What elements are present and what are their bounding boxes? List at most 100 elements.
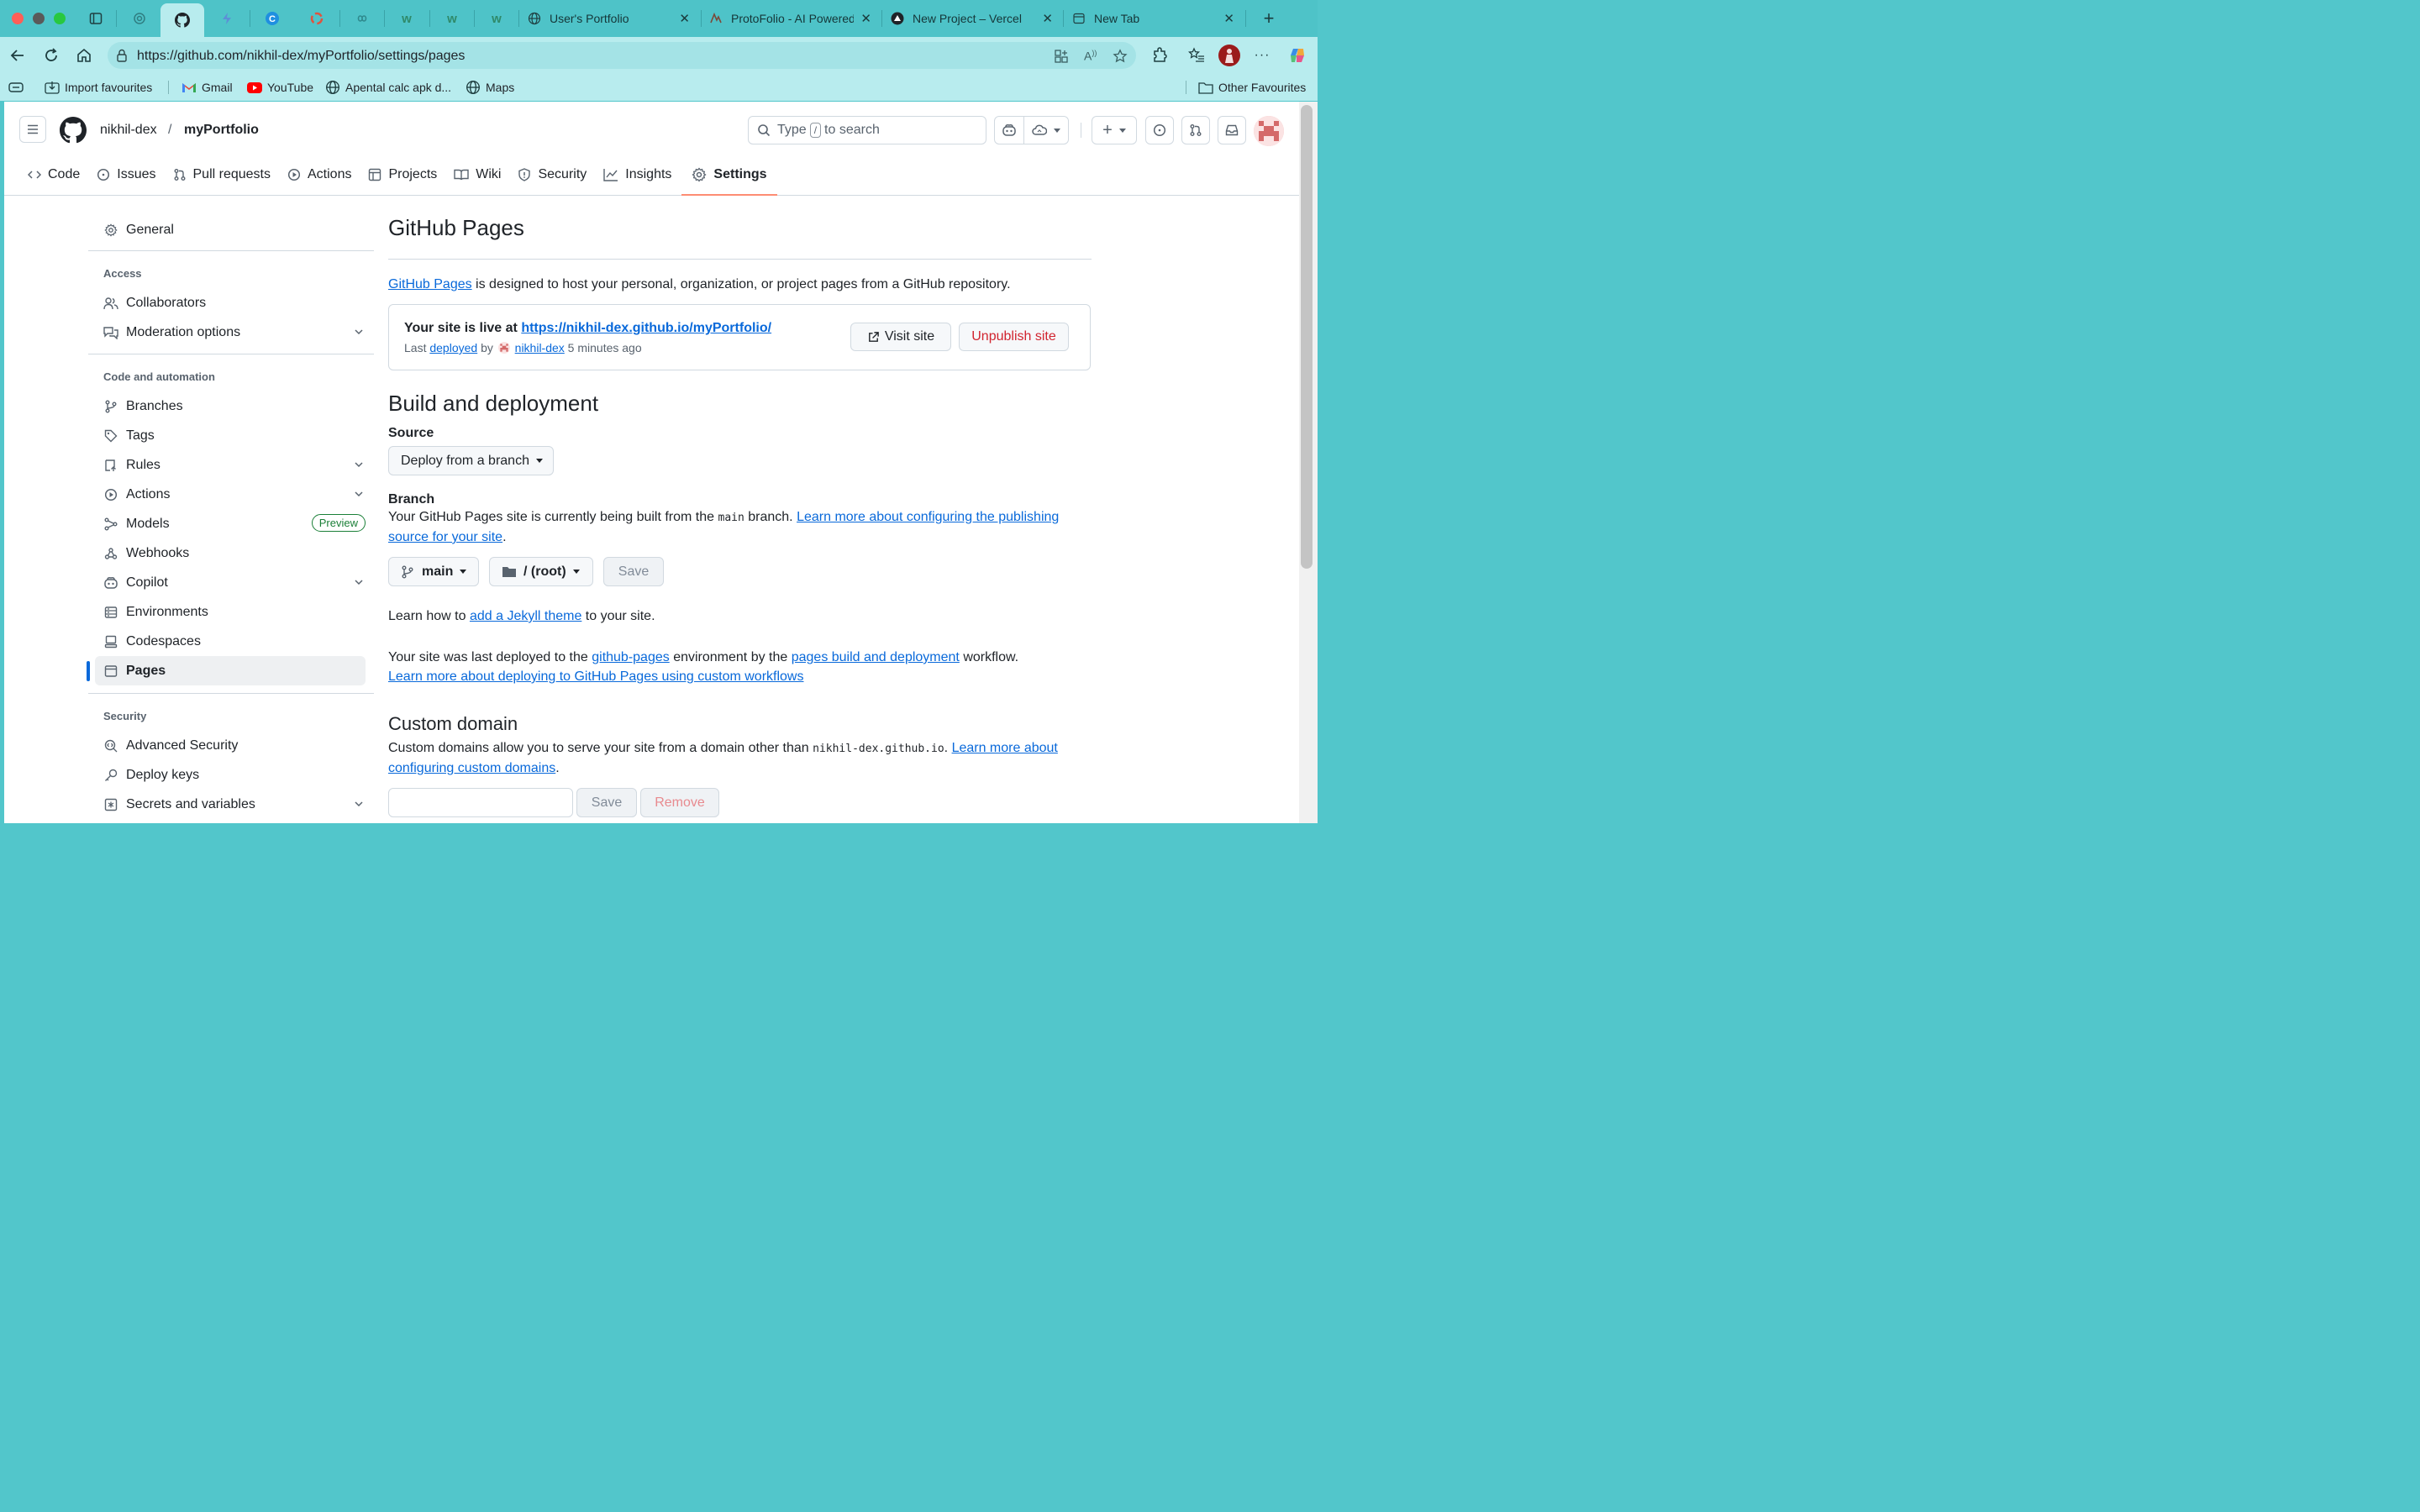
tab-actions-icon[interactable] xyxy=(74,5,118,32)
tab-github-icon[interactable] xyxy=(160,3,204,37)
github-logo-icon[interactable] xyxy=(60,117,87,144)
sidebar-item-pages[interactable]: Pages xyxy=(87,656,366,685)
maximize-window-button[interactable] xyxy=(54,13,66,24)
profile-avatar-icon[interactable] xyxy=(1218,45,1240,66)
sidebar-item-tags[interactable]: Tags xyxy=(88,421,374,450)
github-pages-environment-link[interactable]: github-pages xyxy=(592,650,670,664)
folder-select[interactable]: / (root) xyxy=(489,557,593,586)
live-site-url-link[interactable]: https://nikhil-dex.github.io/myPortfolio… xyxy=(521,321,771,335)
sidebar-item-rules[interactable]: Rules xyxy=(88,450,374,480)
create-new-button[interactable]: + xyxy=(1092,116,1137,144)
close-window-button[interactable] xyxy=(12,13,24,24)
search-input[interactable]: Type / to search xyxy=(748,116,986,144)
sidebar-item-copilot[interactable]: Copilot xyxy=(88,568,374,597)
sidebar-item-deploy-keys[interactable]: Deploy keys xyxy=(88,760,374,790)
tab-issues[interactable]: Issues xyxy=(93,162,159,187)
sidebar-item-advanced-security[interactable]: Advanced Security xyxy=(88,731,374,760)
sidebar-item-environments[interactable]: Environments xyxy=(88,597,374,627)
lock-icon[interactable] xyxy=(116,49,128,65)
tab-new-tab[interactable]: New Tab ✕ xyxy=(1064,5,1243,32)
tab-security[interactable]: Security xyxy=(514,162,590,187)
branch-save-button[interactable]: Save xyxy=(603,557,664,586)
custom-domain-save-button[interactable]: Save xyxy=(576,788,637,817)
visit-site-button[interactable]: Visit site xyxy=(850,323,951,351)
workflow-link[interactable]: pages build and deployment xyxy=(792,650,960,664)
tab-w-icon-1[interactable]: w xyxy=(385,5,429,32)
reload-icon[interactable] xyxy=(41,45,61,66)
tab-vercel[interactable]: New Project – Vercel ✕ xyxy=(882,5,1061,32)
back-arrow-icon[interactable] xyxy=(8,45,28,66)
copilot-menu-button[interactable] xyxy=(1023,116,1069,144)
sidebar-item-actions[interactable]: Actions xyxy=(88,480,374,509)
close-tab-icon[interactable]: ✕ xyxy=(860,11,871,26)
bookmark-import-favourites[interactable]: Import favourites xyxy=(45,79,152,96)
tab-bolt-icon[interactable] xyxy=(205,5,249,32)
source-select[interactable]: Deploy from a branch xyxy=(388,446,554,475)
tab-c-icon[interactable]: C xyxy=(250,5,294,32)
issues-icon[interactable] xyxy=(1145,116,1174,144)
bookmark-apental[interactable]: Apental calc apk d... xyxy=(325,79,451,96)
new-tab-plus-icon[interactable]: + xyxy=(1247,5,1291,32)
tab-projects[interactable]: Projects xyxy=(365,162,440,187)
close-tab-icon[interactable]: ✕ xyxy=(679,11,690,26)
close-tab-icon[interactable]: ✕ xyxy=(1042,11,1053,26)
tab-chatgpt-icon[interactable] xyxy=(118,5,161,32)
home-icon[interactable] xyxy=(74,45,94,66)
breadcrumb-owner[interactable]: nikhil-dex xyxy=(100,123,157,138)
jekyll-theme-link[interactable]: add a Jekyll theme xyxy=(470,609,581,623)
sidebar-item-webhooks[interactable]: Webhooks xyxy=(88,538,374,568)
tab-insights[interactable]: Insights xyxy=(600,162,675,187)
github-pages-link[interactable]: GitHub Pages xyxy=(388,277,472,291)
custom-domain-input[interactable] xyxy=(388,788,573,817)
breadcrumb-repo[interactable]: myPortfolio xyxy=(184,123,259,138)
tab-code[interactable]: Code xyxy=(24,162,83,187)
tab-settings[interactable]: Settings xyxy=(681,162,777,196)
tab-actions[interactable]: Actions xyxy=(284,162,355,187)
bookmark-other-favourites[interactable]: Other Favourites xyxy=(1198,79,1306,96)
sidebar-item-codespaces[interactable]: Codespaces xyxy=(88,627,374,656)
page-scrollbar[interactable] xyxy=(1299,102,1318,823)
copilot-icon[interactable] xyxy=(994,116,1024,144)
bookmarks-toggle-icon[interactable] xyxy=(8,79,24,96)
custom-domain-remove-button[interactable]: Remove xyxy=(640,788,719,817)
tab-google-icon[interactable] xyxy=(295,5,339,32)
favorite-star-icon[interactable] xyxy=(1113,49,1128,64)
bookmark-gmail[interactable]: Gmail xyxy=(182,79,233,96)
bookmark-youtube[interactable]: YouTube xyxy=(247,79,313,96)
sidebar-item-branches[interactable]: Branches xyxy=(88,391,374,421)
favorites-list-icon[interactable] xyxy=(1186,45,1207,66)
copilot-browser-icon[interactable] xyxy=(1287,45,1307,66)
tab-wiki[interactable]: Wiki xyxy=(450,162,504,187)
deployed-link[interactable]: deployed xyxy=(429,341,477,354)
sidebar-item-moderation[interactable]: Moderation options xyxy=(88,318,374,347)
extensions-icon[interactable] xyxy=(1150,45,1170,66)
user-avatar[interactable] xyxy=(1254,116,1284,146)
custom-workflows-link[interactable]: Learn more about deploying to GitHub Pag… xyxy=(388,669,803,684)
tab-users-portfolio[interactable]: User's Portfolio ✕ xyxy=(519,5,698,32)
read-aloud-icon[interactable]: A)) xyxy=(1084,49,1099,64)
tab-pull-requests[interactable]: Pull requests xyxy=(170,162,275,187)
sidebar-item-collaborators[interactable]: Collaborators xyxy=(88,288,374,318)
pull-requests-icon[interactable] xyxy=(1181,116,1210,144)
menu-hamburger-icon[interactable] xyxy=(19,116,46,143)
more-options-icon[interactable]: ··· xyxy=(1252,45,1272,66)
url-bar[interactable]: https://github.com/nikhil-dex/myPortfoli… xyxy=(108,42,1136,69)
bookmark-maps[interactable]: Maps xyxy=(466,79,514,96)
minimize-window-button[interactable] xyxy=(33,13,45,24)
inbox-icon[interactable] xyxy=(1218,116,1246,144)
tab-w-icon-3[interactable]: w xyxy=(475,5,518,32)
sidebar-item-general[interactable]: General xyxy=(88,215,374,244)
scrollbar-thumb[interactable] xyxy=(1301,105,1313,569)
tab-infinity-icon[interactable] xyxy=(340,5,384,32)
sidebar-item-models[interactable]: Models Preview xyxy=(88,509,374,538)
tab-protofolio[interactable]: ProtoFolio - AI Powered ✕ xyxy=(701,5,880,32)
tab-w-icon-2[interactable]: w xyxy=(430,5,474,32)
close-tab-icon[interactable]: ✕ xyxy=(1223,11,1234,26)
deploy-user-link[interactable]: nikhil-dex xyxy=(515,341,565,354)
unpublish-site-button[interactable]: Unpublish site xyxy=(959,323,1069,351)
url-text[interactable]: https://github.com/nikhil-dex/myPortfoli… xyxy=(137,49,465,64)
asterisk-icon xyxy=(103,797,118,812)
app-available-icon[interactable] xyxy=(1054,49,1069,64)
branch-select[interactable]: main xyxy=(388,557,479,586)
sidebar-item-secrets[interactable]: Secrets and variables xyxy=(88,790,374,819)
